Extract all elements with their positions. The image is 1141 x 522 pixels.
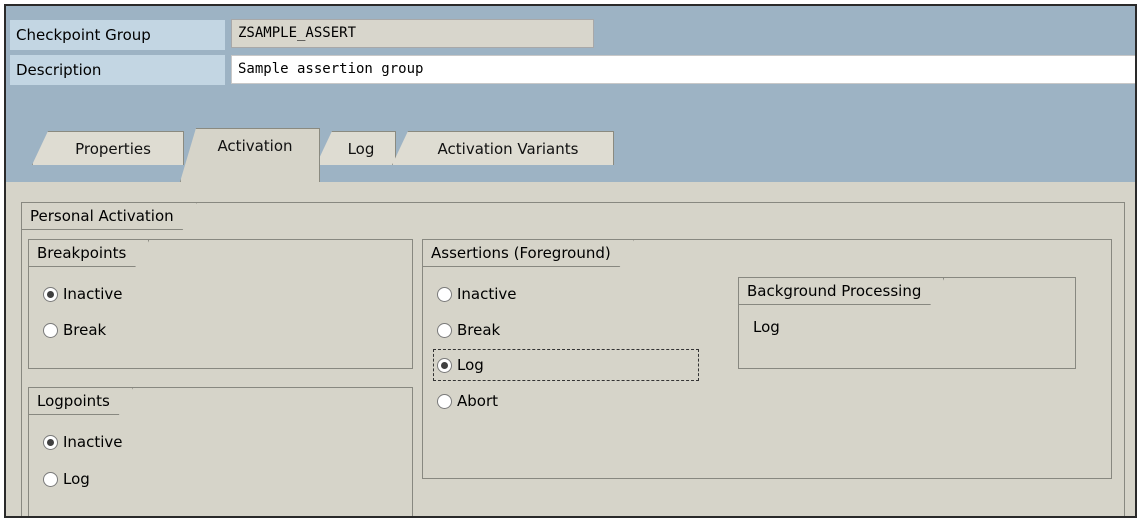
radio-label: Break <box>63 321 107 339</box>
personal-activation-group: Personal Activation Breakpoints Inactive… <box>21 202 1125 516</box>
description-label: Description <box>10 55 226 85</box>
breakpoints-inactive-option[interactable]: Inactive <box>43 282 123 306</box>
radio-button[interactable] <box>437 393 452 409</box>
personal-activation-title: Personal Activation <box>22 203 197 230</box>
assertions-inactive-option[interactable]: Inactive <box>437 282 517 306</box>
assertions-title: Assertions (Foreground) <box>423 240 634 267</box>
tab-activation-label: Activation <box>217 137 293 155</box>
radio-button-checked[interactable] <box>43 434 58 450</box>
radio-button-checked[interactable] <box>43 286 58 302</box>
radio-label: Inactive <box>63 285 123 303</box>
sap-window: Checkpoint Group ZSAMPLE_ASSERT Descript… <box>4 4 1137 518</box>
breakpoints-title: Breakpoints <box>29 240 149 267</box>
tab-log[interactable]: Log <box>316 131 396 165</box>
assertions-group: Assertions (Foreground) Inactive Break L… <box>422 239 1112 479</box>
breakpoints-break-option[interactable]: Break <box>43 318 106 342</box>
radio-label: Log <box>457 356 484 374</box>
radio-label: Inactive <box>63 433 123 451</box>
logpoints-title: Logpoints <box>29 388 133 415</box>
background-processing-value: Log <box>753 318 780 336</box>
tab-activation-variants[interactable]: Activation Variants <box>392 131 614 165</box>
radio-label: Inactive <box>457 285 517 303</box>
checkpoint-group-field[interactable]: ZSAMPLE_ASSERT <box>231 19 594 48</box>
radio-button[interactable] <box>43 471 58 487</box>
tab-properties[interactable]: Properties <box>32 131 184 165</box>
assertions-abort-option[interactable]: Abort <box>437 389 498 413</box>
radio-button[interactable] <box>43 322 58 338</box>
background-processing-group: Background Processing Log <box>738 277 1076 369</box>
radio-button[interactable] <box>437 286 452 302</box>
assertions-break-option[interactable]: Break <box>437 318 500 342</box>
header-area: Checkpoint Group ZSAMPLE_ASSERT Descript… <box>6 6 1135 182</box>
radio-button[interactable] <box>437 322 452 338</box>
logpoints-group: Logpoints Inactive Log <box>28 387 413 516</box>
checkpoint-group-label: Checkpoint Group <box>10 20 226 50</box>
radio-label: Log <box>63 470 90 488</box>
radio-label: Abort <box>457 392 499 410</box>
assertions-log-option[interactable]: Log <box>437 353 484 377</box>
radio-button-checked[interactable] <box>437 357 452 373</box>
logpoints-log-option[interactable]: Log <box>43 467 90 491</box>
background-processing-title: Background Processing <box>739 278 944 305</box>
description-field[interactable]: Sample assertion group <box>231 55 1135 84</box>
tab-activation[interactable]: Activation <box>180 128 320 182</box>
breakpoints-group: Breakpoints Inactive Break <box>28 239 413 369</box>
radio-label: Break <box>457 321 501 339</box>
logpoints-inactive-option[interactable]: Inactive <box>43 430 123 454</box>
